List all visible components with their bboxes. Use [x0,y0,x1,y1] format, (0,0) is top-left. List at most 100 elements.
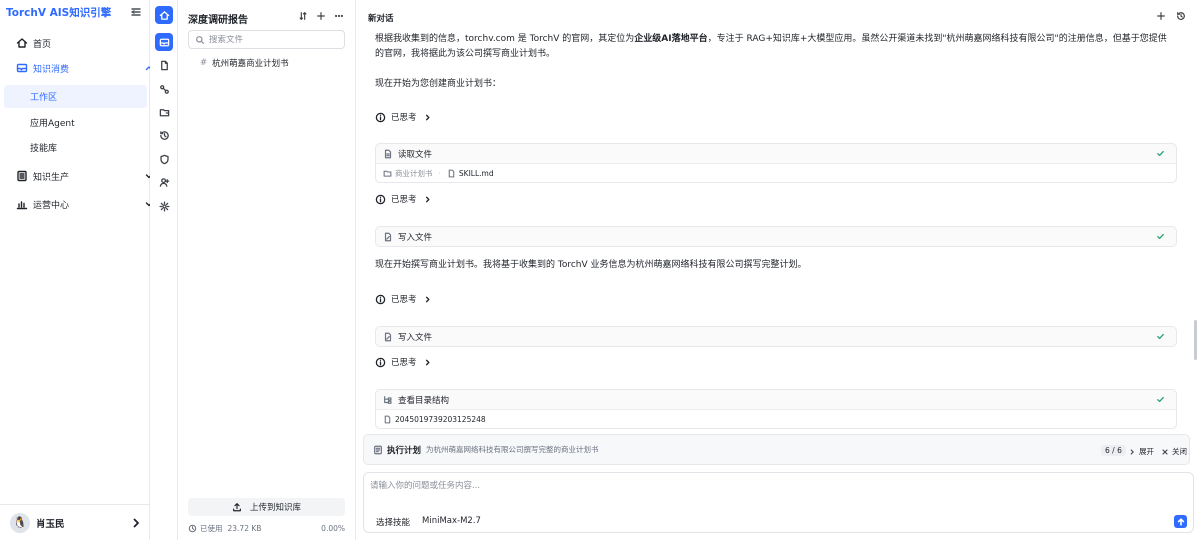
rail-history-button[interactable] [155,126,173,144]
folder-icon [383,170,392,177]
thought-label: 已思考 [391,113,417,123]
plan-progress-badge: 6 / 6 [1101,445,1126,456]
chat-scrollbar[interactable] [1194,320,1197,360]
nav-item-knowledge-produce[interactable]: 知识生产 [0,164,153,188]
thought-toggle[interactable]: 已思考 [375,111,437,123]
more-button[interactable] [334,11,344,21]
upload-label: 上传到知识库 [249,503,301,513]
send-icon [1177,517,1184,526]
nav-sub-item-app-agent[interactable]: 应用Agent [4,111,147,134]
new-chat-button[interactable] [1156,11,1166,21]
home-icon [159,10,169,20]
file-search-input[interactable] [209,34,339,45]
nav-sub-item-skill-library[interactable]: 技能库 [4,136,147,159]
icon-rail [150,0,178,540]
upload-to-knowledge-base-button[interactable]: 上传到知识库 [188,498,345,516]
chart-icon [16,201,28,210]
more-icon [334,14,343,18]
chat-input[interactable] [370,479,1160,499]
add-file-button[interactable] [316,11,326,21]
chevron-right-icon [133,518,139,528]
document-icon [384,415,391,423]
storage-usage: 已使用 23.72 KB 0.00% [188,523,345,534]
assistant-message: 现在开始撰写商业计划书。我将基于收集到的 TorchV 业务信息为杭州萌嘉网络科… [375,260,807,270]
model-selector[interactable]: MiniMax-M2.7 [422,516,481,526]
rail-inbox-button[interactable] [155,33,173,51]
edit-file-icon [384,232,392,241]
plus-icon [317,12,325,20]
document-icon [448,169,455,177]
assistant-message: 现在开始为您创建商业计划书： [375,79,502,89]
nav-item-label: 首页 [33,39,52,50]
nav-item-knowledge-consume[interactable]: 知识消费 [0,56,153,80]
rail-settings-button[interactable] [155,197,173,215]
check-icon [1157,233,1164,240]
tool-card-body: 2045019739203125248 [376,409,1176,428]
chevron-right-icon [425,359,429,365]
directory-entry[interactable]: 2045019739203125248 [395,415,486,424]
nav-item-label: 知识消费 [33,64,70,75]
folder-icon [159,108,169,116]
plan-expand-button[interactable]: 展开 [1128,446,1154,457]
plan-close-button[interactable]: 关闭 [1161,446,1187,457]
thought-toggle[interactable]: 已思考 [375,293,437,305]
plan-description: 为杭州萌嘉网络科技有限公司撰写完整的商业计划书 [426,445,599,454]
list-icon [17,170,27,182]
rail-document-button[interactable] [155,56,173,74]
file-panel: 深度调研报告 # 杭州萌嘉商业计划书 上传到知识库 已使用 23.72 KB 0… [178,0,356,540]
rail-user-manage-button[interactable] [155,173,173,191]
chevron-right-icon [425,196,429,202]
file-item[interactable]: # 杭州萌嘉商业计划书 [200,57,289,69]
usage-label: 已使用 [200,524,223,533]
nav-sub-item-workspace[interactable]: 工作区 [4,85,147,108]
tool-name: 读取文件 [398,149,433,160]
thought-label: 已思考 [391,195,417,205]
select-skill-button[interactable]: 选择技能 [376,516,410,528]
tool-card-write-file[interactable]: 写入文件 [375,226,1177,247]
file-name[interactable]: SKILL.md [459,169,494,178]
file-panel-actions [298,11,344,21]
nav-item-label: 运营中心 [33,200,70,211]
plus-icon [1157,12,1165,20]
assistant-message: 根据我收集到的信息，torchv.com 是 TorchV 的官网，其定位为企业… [375,32,1175,62]
rail-shield-button[interactable] [155,150,173,168]
nav-item-home[interactable]: 首页 [0,31,150,55]
tool-card-body: 商业计划书 · SKILL.md [376,163,1176,182]
chat-history-button[interactable] [1176,11,1186,21]
execution-plan-bar[interactable]: 执行计划 为杭州萌嘉网络科技有限公司撰写完整的商业计划书 6 / 6 展开 关闭 [363,434,1190,465]
check-icon [1157,150,1164,157]
conversation-title: 新对话 [368,14,394,24]
tool-name: 查看目录结构 [398,395,450,406]
send-button[interactable] [1174,515,1187,528]
tool-card-write-file[interactable]: 写入文件 [375,326,1177,347]
plan-icon [374,445,382,454]
thought-toggle[interactable]: 已思考 [375,193,437,205]
user-profile[interactable]: 🐧 肖玉民 [0,504,150,540]
sort-button[interactable] [298,11,308,21]
gear-icon [158,200,170,212]
file-item-name: 杭州萌嘉商业计划书 [212,59,289,69]
collapse-sidebar-button[interactable] [130,6,142,18]
check-icon [1157,333,1164,340]
rail-link-button[interactable] [155,80,173,98]
folder-name: 商业计划书 [395,168,433,178]
tool-card-view-directory[interactable]: 查看目录结构 2045019739203125248 [375,389,1177,429]
tool-name: 写入文件 [398,332,433,343]
chevron-right-icon [425,114,429,120]
nav-item-ops-center[interactable]: 运营中心 [0,192,153,216]
thought-label: 已思考 [391,295,417,305]
shield-icon [159,154,169,164]
file-search [188,30,345,49]
tool-card-header: 写入文件 [376,327,1176,346]
left-nav: TorchV AIS知识引擎 首页 知识消费 工作区 应用Agent 技能库 知… [0,0,153,540]
rail-folder-button[interactable] [155,103,173,121]
rail-home-button[interactable] [155,6,173,24]
tool-card-read-file[interactable]: 读取文件 商业计划书 · SKILL.md [375,143,1177,183]
thought-label: 已思考 [391,358,417,368]
close-icon [1162,448,1168,455]
nav-item-label: 知识生产 [33,172,70,183]
search-icon [196,35,205,44]
chat-input-box: 选择技能 MiniMax-M2.7 [363,472,1194,533]
plan-title: 执行计划 [387,445,422,456]
thought-toggle[interactable]: 已思考 [375,356,437,368]
